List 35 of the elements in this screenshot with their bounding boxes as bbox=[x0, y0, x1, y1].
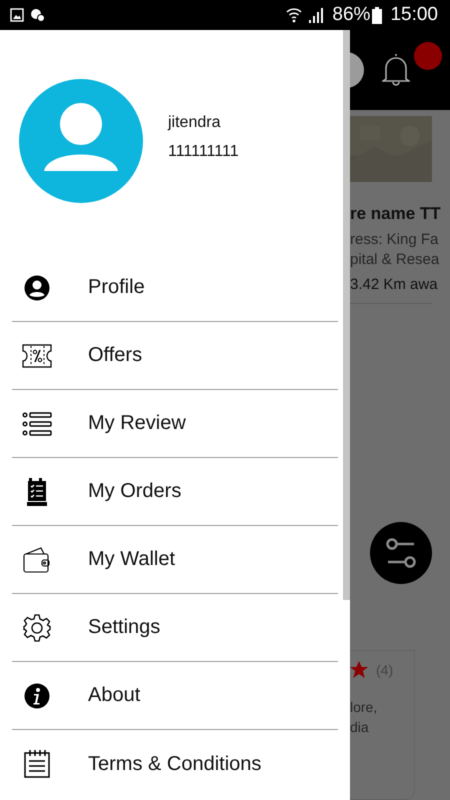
address-text: lore, bbox=[350, 698, 378, 717]
settings-icon bbox=[23, 614, 51, 642]
menu-item[interactable]: Settings bbox=[12, 594, 338, 662]
list-icon bbox=[22, 412, 52, 436]
menu-item[interactable]: My Review bbox=[12, 390, 338, 458]
notification-badge bbox=[414, 42, 442, 70]
profile-icon bbox=[24, 274, 50, 300]
address-text: ress: King Fa bbox=[350, 230, 440, 250]
coupon-icon bbox=[22, 342, 52, 368]
wallet-icon bbox=[23, 546, 51, 572]
clock-time: 15:00 bbox=[390, 4, 438, 26]
info-icon bbox=[24, 682, 50, 708]
address-text: pital & Resea bbox=[350, 250, 440, 270]
menu-item[interactable]: My Orders bbox=[12, 458, 338, 526]
star-icon bbox=[350, 661, 368, 679]
distance-text: 3.42 Km awa bbox=[350, 276, 438, 293]
user-name: jitendra bbox=[168, 114, 222, 132]
menu-item[interactable]: My Wallet bbox=[12, 526, 338, 594]
location-alert-icon bbox=[30, 8, 46, 22]
menu-item[interactable]: About bbox=[12, 662, 338, 730]
checklist-icon bbox=[27, 478, 47, 506]
bell-icon[interactable] bbox=[382, 53, 410, 87]
user-phone: 111111111 bbox=[168, 142, 239, 160]
battery-percentage: 86% bbox=[332, 4, 370, 26]
store-name: re name TT bbox=[350, 204, 442, 224]
gallery-icon bbox=[10, 8, 24, 22]
notepad-icon bbox=[24, 750, 50, 778]
wifi-icon bbox=[286, 7, 302, 23]
signal-icon bbox=[308, 7, 324, 23]
menu-item[interactable]: Terms & Conditions bbox=[12, 730, 338, 798]
menu-item[interactable]: Profile bbox=[12, 254, 338, 322]
address-text: dia bbox=[350, 718, 369, 737]
menu-item[interactable]: Offers bbox=[12, 322, 338, 390]
filter-button[interactable] bbox=[370, 522, 432, 584]
battery-icon bbox=[372, 6, 382, 24]
